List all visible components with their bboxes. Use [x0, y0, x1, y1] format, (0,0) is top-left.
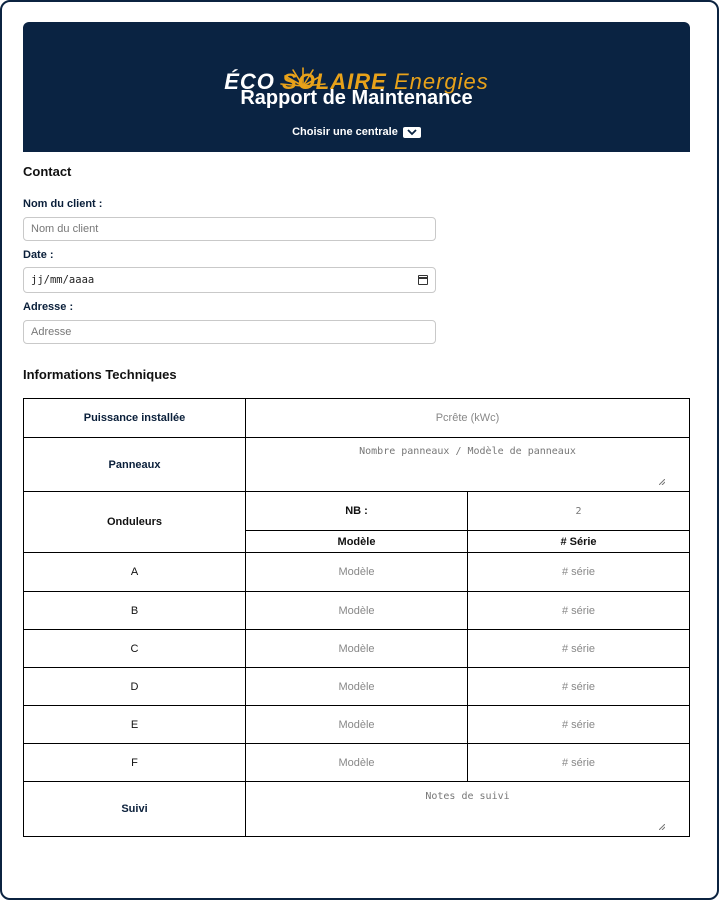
- date-label: Date :: [23, 249, 54, 261]
- serie-input[interactable]: # série: [467, 705, 690, 744]
- resize-grip-icon[interactable]: [659, 824, 665, 830]
- onduleur-label: B: [23, 591, 246, 630]
- serie-input[interactable]: # série: [467, 667, 690, 706]
- suivi-label: Suivi: [23, 781, 246, 837]
- address-placeholder: Adresse: [31, 326, 72, 338]
- panneaux-textarea[interactable]: Nombre panneaux / Modèle de panneaux: [245, 437, 690, 492]
- centrale-selector[interactable]: Choisir une centrale: [23, 126, 690, 138]
- modele-input[interactable]: Modèle: [245, 743, 468, 782]
- client-name-placeholder: Nom du client: [31, 223, 99, 235]
- resize-grip-icon[interactable]: [659, 479, 665, 485]
- table-row: C Modèle # série: [23, 629, 690, 668]
- technical-table: Puissance installée Pcrête (kWc) Panneau…: [23, 398, 690, 837]
- table-row: E Modèle # série: [23, 705, 690, 744]
- report-header: ÉCO SOLAIRE Energies Rapport de Maintena…: [23, 22, 690, 152]
- table-row: F Modèle # série: [23, 743, 690, 782]
- table-row: Onduleurs NB : 2: [23, 491, 690, 553]
- client-label: Nom du client :: [23, 198, 103, 210]
- panneaux-placeholder: Nombre panneaux / Modèle de panneaux: [359, 446, 576, 457]
- address-label: Adresse :: [23, 301, 74, 313]
- serie-input[interactable]: # série: [467, 629, 690, 668]
- modele-input[interactable]: Modèle: [245, 629, 468, 668]
- nb-input[interactable]: 2: [467, 491, 690, 531]
- table-row: Puissance installée Pcrête (kWc): [23, 398, 690, 438]
- puissance-label: Puissance installée: [23, 398, 246, 438]
- onduleur-label: E: [23, 705, 246, 744]
- onduleur-label: C: [23, 629, 246, 668]
- modele-input[interactable]: Modèle: [245, 552, 468, 592]
- serie-input[interactable]: # série: [467, 552, 690, 592]
- calendar-icon[interactable]: [418, 275, 428, 285]
- suivi-placeholder: Notes de suivi: [425, 791, 510, 802]
- date-placeholder: jj/mm/aaaa: [31, 274, 95, 286]
- table-row: Panneaux Nombre panneaux / Modèle de pan…: [23, 437, 690, 492]
- puissance-input[interactable]: Pcrête (kWc): [245, 398, 690, 438]
- onduleur-label: D: [23, 667, 246, 706]
- address-input[interactable]: Adresse: [23, 320, 436, 344]
- table-row: A Modèle # série: [23, 552, 690, 592]
- serie-header: # Série: [467, 530, 690, 553]
- modele-input[interactable]: Modèle: [245, 705, 468, 744]
- section-technique-title: Informations Techniques: [23, 367, 177, 382]
- chevron-down-icon[interactable]: [402, 126, 421, 138]
- table-row: Suivi Notes de suivi: [23, 781, 690, 837]
- table-row: B Modèle # série: [23, 591, 690, 630]
- nb-label: NB :: [245, 491, 468, 531]
- serie-input[interactable]: # série: [467, 743, 690, 782]
- table-row: D Modèle # série: [23, 667, 690, 706]
- modele-header: Modèle: [245, 530, 468, 553]
- page-title: Rapport de Maintenance: [240, 87, 473, 109]
- serie-input[interactable]: # série: [467, 591, 690, 630]
- client-name-input[interactable]: Nom du client: [23, 217, 436, 241]
- suivi-textarea[interactable]: Notes de suivi: [245, 781, 690, 837]
- centrale-selector-label: Choisir une centrale: [292, 126, 398, 138]
- modele-input[interactable]: Modèle: [245, 667, 468, 706]
- modele-input[interactable]: Modèle: [245, 591, 468, 630]
- onduleur-label: F: [23, 743, 246, 782]
- onduleurs-label: Onduleurs: [23, 491, 246, 553]
- section-contact-title: Contact: [23, 164, 72, 179]
- panneaux-label: Panneaux: [23, 437, 246, 492]
- date-input[interactable]: jj/mm/aaaa: [23, 267, 436, 293]
- onduleur-label: A: [23, 552, 246, 592]
